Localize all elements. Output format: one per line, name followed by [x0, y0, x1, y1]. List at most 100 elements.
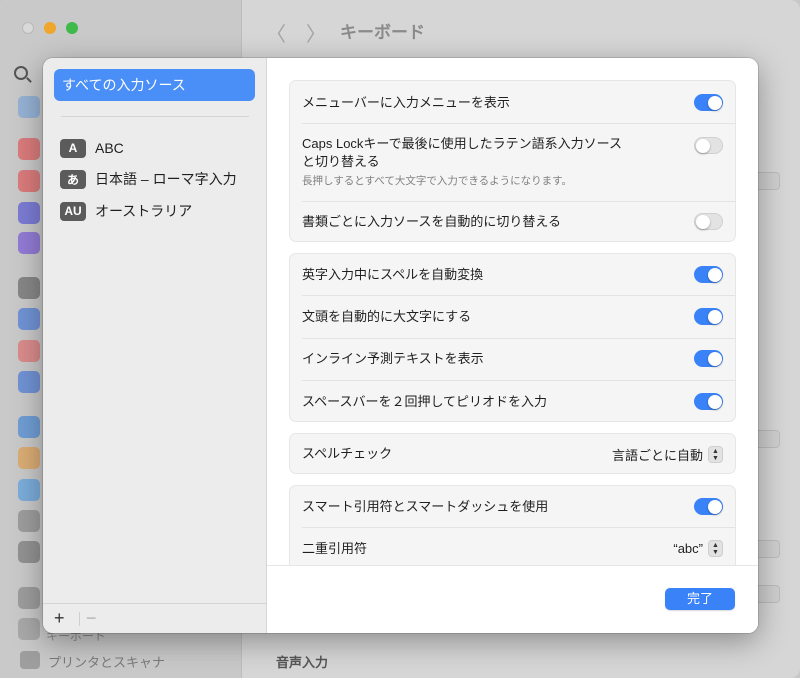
setting-label: 英字入力中にスペルを自動変換 [302, 267, 484, 282]
source-item-japanese[interactable]: あ 日本語 – ローマ字入力 [60, 167, 237, 191]
chevron-updown-icon: ▲ ▼ [708, 446, 723, 463]
search-icon[interactable] [14, 66, 28, 80]
inline-predictive-toggle[interactable] [694, 350, 723, 367]
setting-row-smart-quotes: スマート引用符とスマートダッシュを使用 [302, 498, 723, 516]
window-close-button[interactable] [22, 22, 34, 34]
trackpad-icon [18, 618, 40, 640]
setting-label-line2: と切り替える [302, 154, 380, 169]
spotlight-icon [18, 510, 40, 532]
window-zoom-button[interactable] [66, 22, 78, 34]
toggle-knob [707, 309, 722, 324]
auto-switch-toggle[interactable] [694, 213, 723, 230]
toggle-knob [707, 499, 722, 514]
source-label: オーストラリア [95, 203, 193, 219]
remove-source-button[interactable]: − [86, 608, 97, 629]
done-button[interactable]: 完了 [665, 588, 735, 610]
toggle-knob [696, 214, 710, 229]
auto-capitalize-toggle[interactable] [694, 308, 723, 325]
toggle-knob [707, 95, 722, 110]
setting-label-line1: Caps Lockキーで最後に使用したラテン語系入力ソース [302, 136, 622, 151]
divider [302, 201, 735, 202]
au-badge-icon: AU [60, 201, 86, 221]
toggle-knob [696, 138, 710, 153]
setting-row-double-quotes: 二重引用符 “abc” ▲ ▼ [302, 540, 723, 558]
settings-group-text: 英字入力中にスペルを自動変換 文頭を自動的に大文字にする インライン予測テキスト… [289, 253, 736, 422]
setting-label: スマート引用符とスマートダッシュを使用 [302, 499, 549, 514]
divider [302, 527, 735, 528]
setting-row-show-input-menu: メニューバーに入力メニューを表示 [302, 94, 723, 112]
setting-row-double-space-period: スペースバーを２回押してピリオドを入力 [302, 393, 723, 411]
settings-scroll-area[interactable]: メニューバーに入力メニューを表示 Caps Lockキーで最後に使用したラテン語… [267, 58, 758, 565]
divider [302, 338, 735, 339]
hiragana-badge-icon: あ [60, 169, 86, 189]
show-input-menu-toggle[interactable] [694, 94, 723, 111]
window-title: キーボード [340, 23, 425, 42]
game-center-icon [18, 447, 40, 469]
abc-badge-icon: A [60, 138, 86, 158]
screen-time-icon [18, 232, 40, 254]
setting-sublabel: 長押しするとすべて大文字で入力できるようになります。 [302, 175, 573, 187]
input-sources-settings: メニューバーに入力メニューを表示 Caps Lockキーで最後に使用したラテン語… [267, 58, 758, 633]
input-sources-sidebar: すべての入力ソース A ABC あ 日本語 – ローマ字入力 AU オーストラリ… [43, 58, 267, 633]
internet-accounts-icon [18, 416, 40, 438]
settings-group-quotes: スマート引用符とスマートダッシュを使用 二重引用符 “abc” ▲ ▼ [289, 485, 736, 565]
double-space-period-toggle[interactable] [694, 393, 723, 410]
setting-label: スペースバーを２回押してピリオドを入力 [302, 394, 548, 409]
source-label: ABC [95, 140, 124, 156]
settings-group-input-menu: メニューバーに入力メニューを表示 Caps Lockキーで最後に使用したラテン語… [289, 80, 736, 242]
smart-quotes-toggle[interactable] [694, 498, 723, 515]
divider [61, 116, 249, 117]
setting-row-inline-predictive: インライン予測テキストを表示 [302, 350, 723, 368]
toggle-knob [707, 351, 722, 366]
toggle-knob [707, 267, 722, 282]
setting-row-caps-lock: Caps Lockキーで最後に使用したラテン語系入力ソース と切り替える 長押し… [302, 135, 723, 191]
setting-row-auto-switch: 書類ごとに入力ソースを自動的に切り替える [302, 213, 723, 231]
setting-label: メニューバーに入力メニューを表示 [302, 95, 510, 110]
voice-input-heading: 音声入力 [276, 655, 329, 670]
setting-label: インライン予測テキストを表示 [302, 351, 484, 366]
add-source-button[interactable]: + [54, 608, 65, 629]
users-icon [18, 371, 40, 393]
source-item-abc[interactable]: A ABC [60, 136, 124, 160]
double-quotes-popup[interactable]: “abc” ▲ ▼ [673, 540, 723, 557]
notifications-icon [18, 138, 40, 160]
back-button[interactable]: 〈 [266, 18, 286, 47]
spelling-value: 言語ごとに自動 [611, 448, 703, 463]
window-minimize-button[interactable] [44, 22, 56, 34]
divider [79, 612, 80, 626]
privacy-icon [18, 308, 40, 330]
source-label: 日本語 – ローマ字入力 [95, 171, 237, 187]
wallet-icon [18, 541, 40, 563]
lock-screen-icon [18, 277, 40, 299]
auto-correct-toggle[interactable] [694, 266, 723, 283]
sidebar-bottom-bar: + − [43, 603, 267, 633]
all-input-sources-item[interactable]: すべての入力ソース [54, 69, 255, 101]
setting-row-auto-correct: 英字入力中にスペルを自動変換 [302, 266, 723, 284]
setting-label: 二重引用符 [302, 541, 368, 556]
focus-icon [18, 202, 40, 224]
sound-icon [18, 170, 40, 192]
sheet-footer: 完了 [267, 565, 758, 633]
divider [302, 380, 735, 381]
printer-icon [20, 651, 40, 669]
caps-lock-switch-toggle[interactable] [694, 137, 723, 154]
toggle-knob [707, 394, 722, 409]
icloud-icon [18, 479, 40, 501]
keyboard-icon [18, 587, 40, 609]
setting-label: 文頭を自動的に大文字にする [302, 309, 472, 324]
setting-row-spelling: スペルチェック 言語ごとに自動 ▲ ▼ [302, 445, 723, 463]
forward-button[interactable]: 〉 [306, 18, 326, 47]
source-item-australian[interactable]: AU オーストラリア [60, 199, 192, 223]
input-sources-sheet: すべての入力ソース A ABC あ 日本語 – ローマ字入力 AU オーストラリ… [43, 58, 758, 633]
settings-group-spelling: スペルチェック 言語ごとに自動 ▲ ▼ [289, 433, 736, 474]
double-quotes-value: “abc” [673, 541, 703, 556]
setting-row-auto-capitalize: 文頭を自動的に大文字にする [302, 308, 723, 326]
sidebar-item-printers[interactable]: プリンタとスキャナ [48, 652, 165, 671]
settings-icon [18, 96, 40, 118]
chevron-updown-icon: ▲ ▼ [708, 540, 723, 557]
divider [302, 123, 735, 124]
setting-label: 書類ごとに入力ソースを自動的に切り替える [302, 214, 561, 229]
spelling-popup[interactable]: 言語ごとに自動 ▲ ▼ [612, 445, 723, 464]
touch-id-icon [18, 340, 40, 362]
divider [302, 295, 735, 296]
